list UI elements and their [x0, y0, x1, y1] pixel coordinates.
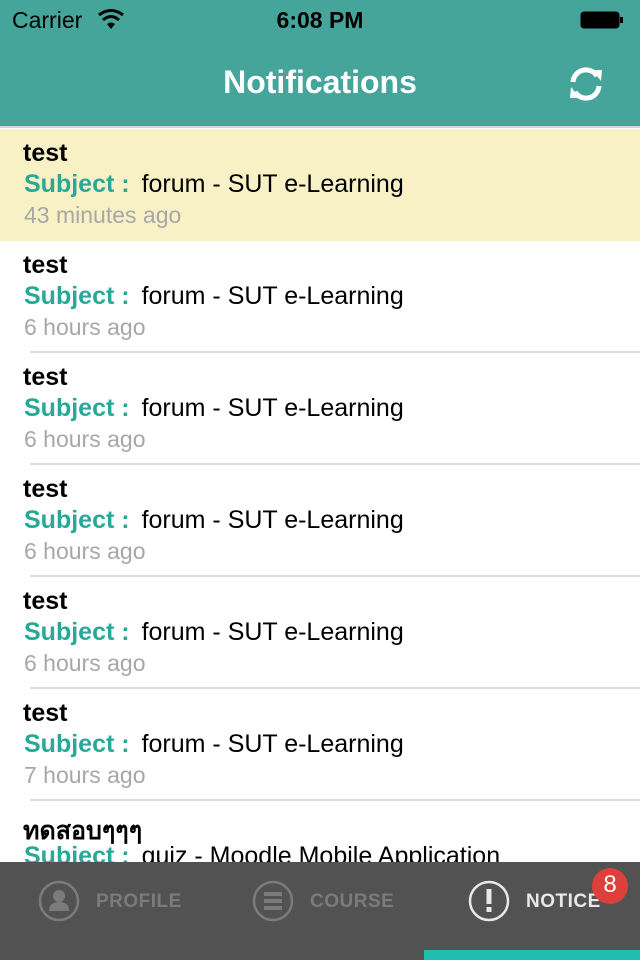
tab-label: PROFILE [96, 891, 182, 912]
notification-subject: Subject : forum - SUT e-Learning [24, 506, 404, 535]
notification-row[interactable]: test Subject : forum - SUT e-Learning 6 hou… [0, 465, 640, 577]
nav-header: Carrier 6:08 PM Notifications [0, 0, 640, 128]
subject-label: Subject : [24, 618, 130, 646]
notification-subject: Subject : forum - SUT e-Learning [24, 282, 404, 311]
tab-label: NOTICE [526, 891, 601, 912]
profile-icon [38, 880, 80, 922]
tab-course[interactable]: COURSE [234, 862, 434, 960]
refresh-icon[interactable] [566, 64, 606, 104]
notification-row[interactable]: test Subject : forum - SUT e-Learning 7 hou… [0, 689, 640, 801]
tab-label: COURSE [310, 891, 395, 912]
active-tab-indicator [424, 950, 640, 960]
subject-value: forum - SUT e-Learning [141, 394, 404, 422]
subject-value: forum - SUT e-Learning [141, 730, 404, 758]
notification-subject: Subject : forum - SUT e-Learning [24, 730, 404, 759]
notification-row[interactable]: test Subject : forum - SUT e-Learning 6 hou… [0, 577, 640, 689]
subject-label: Subject : [24, 282, 130, 310]
subject-value: forum - SUT e-Learning [141, 170, 404, 198]
notification-subject: Subject : quiz - Moodle Mobile Applicatio… [24, 842, 500, 862]
course-icon [252, 880, 294, 922]
notification-title: test [23, 587, 68, 615]
notification-title: test [23, 475, 68, 503]
notification-time: 7 hours ago [24, 762, 146, 788]
subject-label: Subject : [24, 842, 130, 862]
notice-badge: 8 [592, 868, 628, 904]
notification-list[interactable]: test Subject : forum - SUT e-Learning 43 mi… [0, 129, 640, 862]
notification-row[interactable]: ทดสอบๆๆๆ Subject : quiz - Moodle Mobile Ap… [0, 801, 640, 862]
subject-label: Subject : [24, 506, 130, 534]
subject-value: forum - SUT e-Learning [141, 506, 404, 534]
page-title: Notifications [223, 64, 417, 100]
notification-row[interactable]: test Subject : forum - SUT e-Learning 43 mi… [0, 129, 640, 241]
header-divider [0, 126, 640, 128]
notification-time: 43 minutes ago [24, 202, 182, 228]
notice-icon [468, 880, 510, 922]
subject-label: Subject : [24, 170, 130, 198]
notification-subject: Subject : forum - SUT e-Learning [24, 170, 404, 199]
notification-title: test [23, 363, 68, 391]
tab-bar: PROFILE COURSE NOTICE [0, 862, 640, 960]
notification-row[interactable]: test Subject : forum - SUT e-Learning 6 hou… [0, 353, 640, 465]
notification-time: 6 hours ago [24, 538, 146, 564]
notification-time: 6 hours ago [24, 314, 146, 340]
battery-icon [580, 11, 623, 29]
notification-title: test [23, 699, 68, 727]
subject-value: forum - SUT e-Learning [141, 618, 404, 646]
notification-time: 6 hours ago [24, 426, 146, 452]
status-bar: Carrier 6:08 PM [0, 0, 640, 40]
clock: 6:08 PM [276, 7, 364, 33]
notification-title: test [23, 251, 68, 279]
notification-time: 6 hours ago [24, 650, 146, 676]
notification-title: test [23, 139, 68, 167]
subject-label: Subject : [24, 394, 130, 422]
subject-value: quiz - Moodle Mobile Application [141, 842, 501, 862]
notification-subject: Subject : forum - SUT e-Learning [24, 394, 404, 423]
notification-subject: Subject : forum - SUT e-Learning [24, 618, 404, 647]
tab-profile[interactable]: PROFILE [20, 862, 220, 960]
subject-label: Subject : [24, 730, 130, 758]
subject-value: forum - SUT e-Learning [141, 282, 404, 310]
notification-row[interactable]: test Subject : forum - SUT e-Learning 6 hou… [0, 241, 640, 353]
